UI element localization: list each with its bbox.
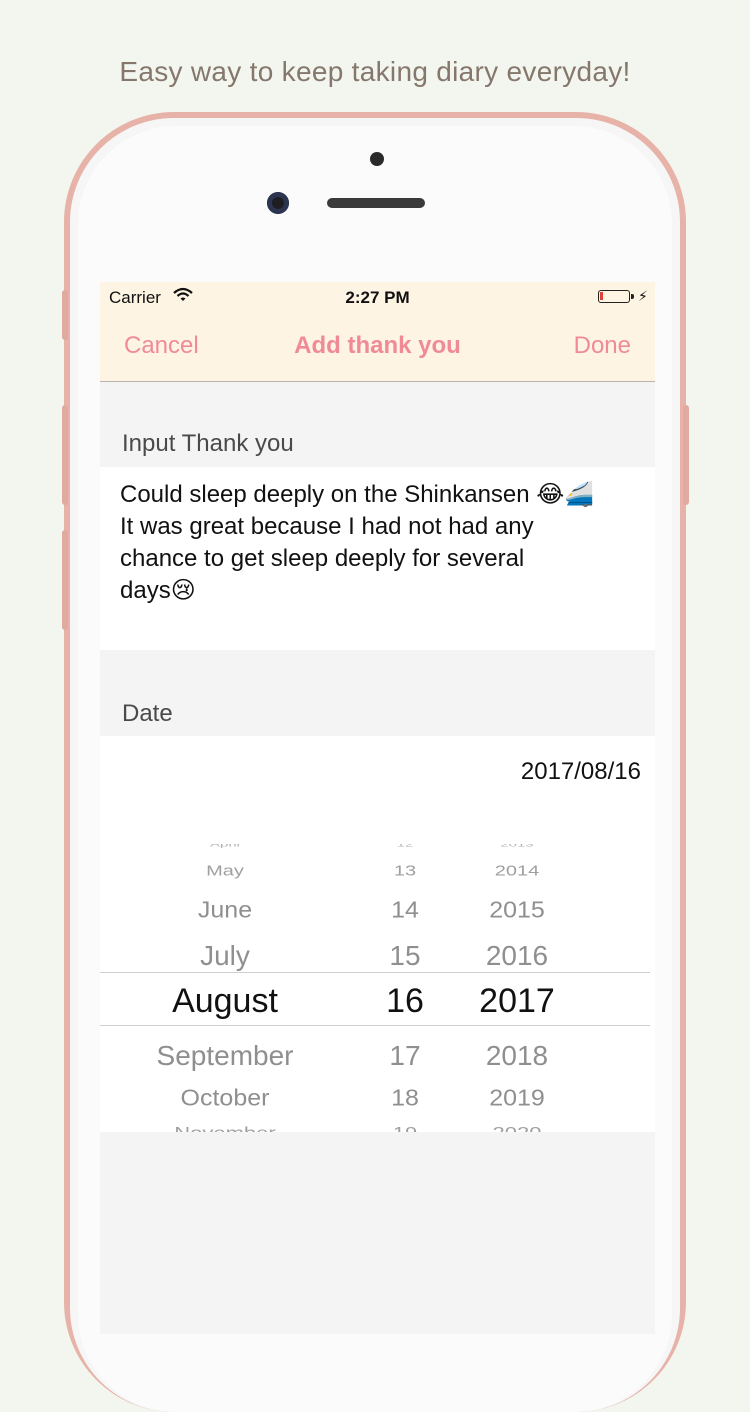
picker-month-option[interactable]: June: [115, 897, 335, 924]
tagline: Easy way to keep taking diary everyday!: [119, 56, 631, 87]
picker-selection-top-line: [100, 972, 650, 973]
picker-day-option[interactable]: 18: [365, 1085, 445, 1112]
picker-day-option[interactable]: 14: [365, 897, 445, 924]
picker-selection-bottom-line: [100, 1025, 650, 1026]
status-bar: Carrier 2:27 PM ⚡: [100, 282, 655, 312]
picker-year-option[interactable]: 2018: [457, 1040, 577, 1072]
picker-year-option[interactable]: 2019: [457, 1085, 577, 1112]
picker-month-option[interactable]: September: [115, 1040, 335, 1072]
proximity-sensor: [370, 152, 384, 166]
thanks-section-label: Input Thank you: [122, 430, 294, 457]
picker-year-option[interactable]: 2014: [457, 863, 577, 880]
charging-icon: ⚡: [638, 288, 648, 304]
phone-power-button: [683, 405, 689, 505]
picker-month-option[interactable]: November: [115, 1124, 335, 1132]
thanks-text: Could sleep deeply on the Shinkansen 😂🚄 …: [120, 479, 640, 607]
thanks-line: It was great because I had not had any: [120, 513, 534, 540]
picker-day-option[interactable]: 12: [365, 844, 445, 848]
picker-month-option[interactable]: May: [115, 863, 335, 880]
picker-day-option[interactable]: 13: [365, 863, 445, 880]
picker-year-option[interactable]: 2020: [457, 1124, 577, 1132]
phone-volume-up-button: [62, 405, 68, 505]
picker-day-option[interactable]: 16: [365, 982, 445, 1021]
picker-day-option[interactable]: 17: [365, 1040, 445, 1072]
status-time: 2:27 PM: [345, 288, 410, 307]
picker-year-option[interactable]: 2013: [457, 844, 577, 848]
battery-icon: [598, 290, 634, 303]
date-value: 2017/08/16: [520, 758, 641, 785]
front-camera: [267, 192, 289, 214]
picker-month-option[interactable]: July: [115, 940, 335, 972]
date-card: 2017/08/16 April May June July August Septemb…: [100, 736, 655, 1132]
thanks-line: Could sleep deeply on the Shinkansen 😂🚄: [120, 481, 595, 508]
thanks-text-area[interactable]: Could sleep deeply on the Shinkansen 😂🚄 …: [100, 467, 655, 650]
thanks-line: days😢: [120, 577, 196, 604]
picker-month-option[interactable]: August: [115, 982, 335, 1021]
date-picker[interactable]: April May June July August September October No…: [100, 844, 655, 1132]
done-button[interactable]: Done: [574, 332, 631, 360]
picker-month-option[interactable]: October: [115, 1085, 335, 1112]
picker-year-option[interactable]: 2016: [457, 940, 577, 972]
picker-day-option[interactable]: 19: [365, 1124, 445, 1132]
navigation-bar: Cancel Add thank you Done: [100, 312, 655, 382]
thanks-line: chance to get sleep deeply for several: [120, 545, 525, 572]
picker-day-option[interactable]: 15: [365, 940, 445, 972]
picker-month-option[interactable]: April: [115, 844, 335, 848]
picker-year-option[interactable]: 2017: [457, 982, 577, 1021]
phone-side-button: [62, 290, 68, 340]
earpiece-speaker: [327, 198, 425, 208]
picker-year-option[interactable]: 2015: [457, 897, 577, 924]
date-section-label: Date: [122, 700, 173, 727]
phone-volume-down-button: [62, 530, 68, 630]
nav-title: Add thank you: [294, 332, 461, 359]
app-screen: Carrier 2:27 PM ⚡ Cancel Add thank you D…: [100, 282, 655, 1334]
